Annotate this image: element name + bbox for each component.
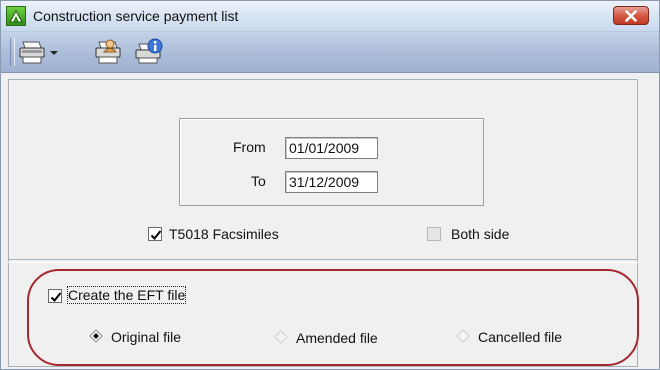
print-button[interactable]	[18, 38, 70, 66]
create-eft-checkbox[interactable]	[48, 289, 62, 303]
cancelled-file-radio[interactable]	[456, 329, 470, 343]
checkmark-icon	[150, 230, 162, 240]
checkmark-icon	[50, 292, 62, 302]
title-bar: Construction service payment list	[1, 1, 659, 32]
amended-file-label: Amended file	[296, 330, 378, 346]
app-logo-icon	[6, 6, 26, 26]
both-side-checkbox[interactable]	[427, 227, 441, 241]
cancelled-file-label: Cancelled file	[478, 329, 563, 345]
print-preview-button[interactable]	[94, 38, 124, 66]
create-eft-label: Create the EFT file	[66, 286, 187, 304]
radio-unselected-icon	[274, 330, 288, 344]
amended-file-radio[interactable]	[274, 330, 288, 344]
close-icon	[625, 10, 637, 22]
toolbar-grip	[10, 38, 15, 66]
to-date-field[interactable]: 31/12/2009	[285, 171, 378, 193]
original-file-label: Original file	[111, 329, 182, 345]
panel-divider	[8, 259, 638, 263]
printer-info-button[interactable]	[134, 38, 168, 66]
printer-info-icon	[135, 38, 163, 64]
window-title: Construction service payment list	[33, 8, 239, 24]
printer-person-icon	[95, 39, 121, 64]
toolbar	[1, 32, 659, 73]
from-label: From	[233, 139, 266, 155]
facsimiles-label: T5018 Facsimiles	[169, 226, 279, 242]
dialog-window: Construction service payment list From 0…	[0, 0, 660, 370]
to-label: To	[251, 173, 266, 189]
from-date-field[interactable]: 01/01/2009	[285, 137, 378, 159]
printer-dropdown-icon	[19, 41, 58, 64]
facsimiles-checkbox[interactable]	[148, 227, 162, 241]
original-file-radio[interactable]	[89, 329, 103, 343]
both-side-label: Both side	[451, 226, 510, 242]
radio-selected-icon	[89, 329, 103, 343]
close-button[interactable]	[613, 6, 649, 25]
radio-unselected-icon	[456, 329, 470, 343]
